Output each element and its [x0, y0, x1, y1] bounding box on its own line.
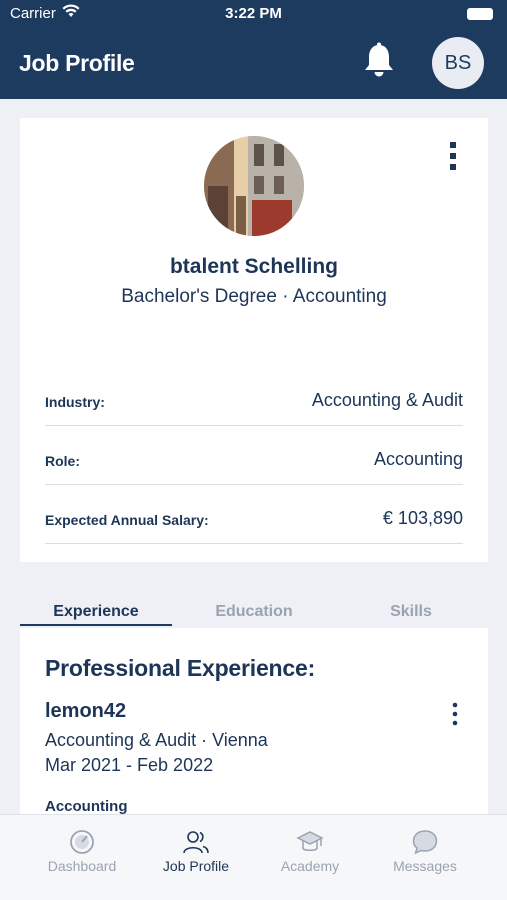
- more-options-icon[interactable]: [445, 140, 461, 172]
- battery-icon: [467, 8, 493, 20]
- role-value: Accounting: [373, 449, 463, 469]
- experience-more-icon[interactable]: [448, 702, 462, 726]
- graduation-cap-icon: [296, 831, 324, 851]
- user-avatar-button[interactable]: BS: [432, 37, 484, 89]
- people-icon: [183, 831, 209, 854]
- profile-name: btalent Schelling: [169, 255, 339, 278]
- status-bar: Carrier 3:22 PM: [0, 0, 507, 28]
- tabbar-item-job-profile[interactable]: Job Profile: [136, 815, 256, 900]
- tabbar-label-academy: Academy: [280, 858, 340, 874]
- profile-photo: [204, 136, 304, 236]
- tabbar-label-job-profile: Job Profile: [162, 858, 230, 874]
- profile-tabs: Experience Education Skills: [20, 596, 488, 626]
- experience-industry-location: Accounting & Audit · Vienna: [45, 730, 268, 750]
- role-label: Role:: [45, 453, 80, 469]
- experience-role: Accounting: [45, 798, 128, 814]
- experience-card: Professional Experience: lemon42 Account…: [20, 628, 488, 814]
- industry-label: Industry:: [45, 394, 105, 410]
- salary-label: Expected Annual Salary:: [45, 512, 209, 528]
- tab-education[interactable]: Education: [178, 596, 330, 626]
- app-header: Job Profile BS: [0, 28, 507, 99]
- tabbar-label-messages: Messages: [393, 858, 457, 874]
- industry-row: Industry: Accounting & Audit: [45, 367, 463, 426]
- tabbar-item-academy[interactable]: Academy: [250, 815, 370, 900]
- salary-row: Expected Annual Salary: € 103,890: [45, 485, 463, 544]
- role-row: Role: Accounting: [45, 426, 463, 485]
- tab-experience[interactable]: Experience: [20, 596, 172, 626]
- experience-company: lemon42: [45, 700, 127, 722]
- profile-card: btalent Schelling Bachelor's Degree · Ac…: [20, 118, 488, 562]
- page-title: Job Profile: [19, 50, 135, 76]
- clock: 3:22 PM: [225, 5, 282, 22]
- notification-bell-icon[interactable]: [361, 42, 397, 80]
- tab-skills[interactable]: Skills: [335, 596, 487, 626]
- industry-value: Accounting & Audit: [311, 390, 463, 410]
- dashboard-icon: [70, 830, 94, 854]
- experience-meta: Accounting & Audit · Vienna Mar 2021 - F…: [45, 728, 268, 778]
- tabbar-item-messages[interactable]: Messages: [365, 815, 485, 900]
- salary-value: € 103,890: [382, 508, 463, 528]
- tabbar-label-dashboard: Dashboard: [47, 858, 117, 874]
- profile-degree: Bachelor's Degree · Accounting: [121, 286, 387, 307]
- experience-period: Mar 2021 - Feb 2022: [45, 755, 214, 775]
- tabbar-item-dashboard[interactable]: Dashboard: [22, 815, 142, 900]
- bottom-tab-bar: Dashboard Job Profile Academy Messages: [0, 814, 507, 900]
- chat-bubble-icon: [412, 830, 438, 855]
- section-title: Professional Experience:: [45, 655, 316, 681]
